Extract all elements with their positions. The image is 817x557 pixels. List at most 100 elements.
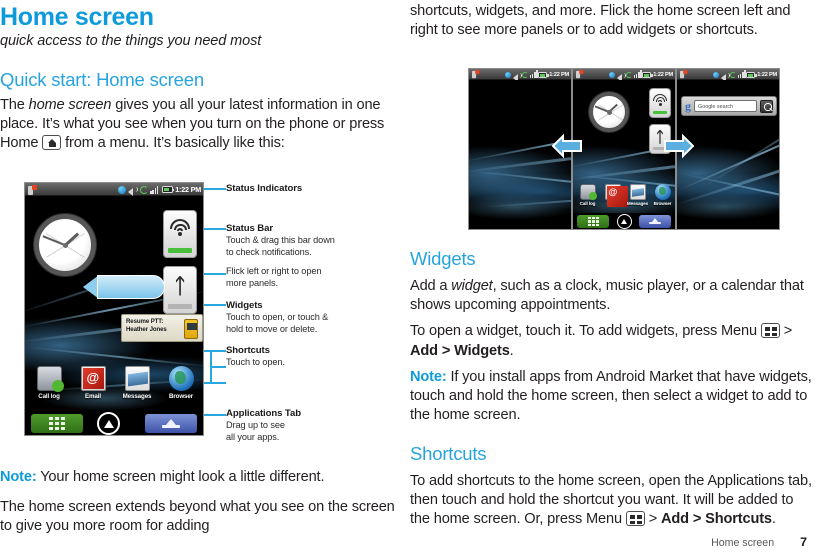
note-text: If you install apps from Android Market … [410, 368, 812, 424]
callout-text: Touch to open, or touch & hold to move o… [226, 312, 328, 335]
shortcut-label: Browser [168, 393, 194, 400]
signal-strength-icon [529, 70, 538, 78]
shortcut-row: Call log Email Messages Browser [575, 184, 675, 212]
callout-heading: Applications Tab [226, 408, 301, 419]
clock-widget[interactable] [589, 92, 629, 132]
callout-line: Touch & drag this bar down [226, 235, 335, 245]
note-home-screen-different: Note: Your home screen might look a litt… [0, 468, 400, 487]
callout-text: Touch to open. [226, 357, 285, 369]
shortcut-messages[interactable]: Messages [115, 366, 159, 400]
figure-callouts: Status Indicators Status Bar Touch & dra… [226, 182, 401, 442]
callout-line: Touch to open, or touch & [226, 312, 329, 322]
status-clock: 1:22 PM [175, 185, 201, 194]
callout-line: more panels. [226, 277, 278, 288]
shortcut-browser[interactable]: Browser [650, 184, 675, 206]
widgets-text-gt: > [779, 323, 793, 340]
callout-line: hold to move or delete. [226, 323, 318, 334]
shortcuts-text-period: . [771, 511, 776, 528]
dock-upload-button[interactable] [639, 215, 671, 228]
note-text: Your home screen might look a little dif… [36, 469, 325, 485]
drag-up-indicator-icon [97, 412, 120, 435]
status-clock: 1:22 PM [549, 71, 569, 78]
home-screen-extends-paragraph: The home screen extends beyond what you … [0, 499, 395, 535]
home-key-icon [42, 135, 62, 151]
bluetooth-icon: ᛏ [173, 275, 187, 298]
search-icon[interactable] [760, 99, 773, 113]
wifi-toggle-widget[interactable] [163, 210, 197, 258]
google-logo-icon: g [685, 99, 691, 113]
leader-line-status-indicators [204, 188, 226, 190]
wifi-toggle-widget[interactable] [649, 88, 671, 118]
apps-grid-icon [587, 217, 599, 226]
callout-applications-tab: Applications Tab Drag up to see all your… [226, 408, 301, 443]
drag-up-indicator-icon [617, 214, 632, 229]
wallpaper: ᛏ Resume PTT: Heather Jones Call log @ E… [25, 196, 203, 435]
call-icon [729, 71, 736, 78]
status-clock: 1:22 PM [757, 71, 777, 78]
search-input[interactable]: Google search [694, 100, 757, 112]
google-search-widget[interactable]: g Google search [681, 96, 777, 116]
shortcut-label: Messages [626, 201, 649, 206]
dock [25, 410, 203, 435]
signal-strength-icon [633, 70, 642, 78]
call-icon [521, 71, 528, 78]
shortcut-email[interactable]: Email [71, 366, 115, 400]
dock-upload-button[interactable] [145, 414, 197, 433]
intro-text-c: from a menu. It’s basically like this: [61, 135, 285, 152]
callout-widgets: Widgets Touch to open, or touch & hold t… [226, 300, 328, 335]
home-screen-annotated-figure: 1:22 PM ᛏ Resume PTT: Heather Jones Call… [24, 182, 399, 442]
shortcut-browser[interactable]: Browser [159, 366, 203, 400]
shortcut-call-log[interactable]: Call log [575, 184, 600, 206]
speaker-icon [128, 186, 138, 196]
callout-heading: Widgets [226, 300, 263, 311]
shortcut-email[interactable]: Email [600, 184, 628, 207]
battery-icon [538, 71, 549, 78]
ptt-widget[interactable]: Resume PTT: Heather Jones [121, 314, 203, 342]
shortcut-label: Email [84, 393, 101, 400]
shortcut-label: Call log [38, 393, 60, 400]
clock-widget[interactable] [34, 214, 96, 276]
battery-icon [161, 186, 175, 193]
applications-tab-button[interactable] [31, 414, 83, 433]
callout-shortcuts: Shortcuts Touch to open. [226, 345, 285, 369]
notification-icon [28, 184, 37, 195]
shortcuts-text-gt: > [644, 511, 662, 528]
callout-line: Flick left or right to open [226, 266, 322, 277]
callout-text: Drag up to see all your apps. [226, 420, 301, 443]
phone-mockup: 1:22 PM ᛏ Resume PTT: Heather Jones Call… [24, 182, 204, 436]
wifi-icon [653, 94, 668, 106]
shortcut-label: Messages [122, 393, 152, 400]
shortcut-label: Browser [653, 201, 672, 206]
call-log-icon [36, 366, 64, 392]
manual-page: Home screen quick access to the things y… [0, 0, 817, 557]
left-column: Home screen quick access to the things y… [0, 0, 400, 557]
flick-direction-arrow [83, 275, 165, 299]
callout-heading: Shortcuts [226, 345, 270, 356]
callout-text: Touch & drag this bar down to check noti… [226, 235, 335, 258]
shortcut-messages[interactable]: Messages [625, 184, 650, 206]
applications-tab-button[interactable] [577, 215, 609, 228]
menu-key-icon [760, 323, 780, 339]
leader-line-shortcuts-mid [210, 366, 226, 368]
section-heading-widgets: Widgets [410, 248, 476, 269]
flick-left-arrow-icon [552, 133, 582, 159]
page-footer: Home screen 7 [711, 535, 807, 549]
footer-page-number: 7 [800, 535, 807, 549]
status-indicators-group: 1:22 PM [117, 183, 201, 196]
bluetooth-toggle-widget[interactable]: ᛏ [163, 266, 197, 314]
callout-line: to check notifications. [226, 246, 312, 257]
widgets-section: Widgets Add a widget, such as a clock, m… [410, 248, 817, 425]
status-indicators-group: 1:22 PM [609, 69, 673, 82]
wifi-icon [169, 219, 191, 237]
home-screen-panels-figure: 1:22 PM 1:22 PM ᛏ Call log @ Messages Br… [468, 68, 780, 230]
ptt-radio-icon [184, 319, 198, 339]
widgets-paragraph-2: To open a widget, touch it. To add widge… [410, 322, 817, 360]
status-indicators-group: 1:22 PM [505, 69, 569, 82]
shortcut-call-log[interactable]: Call log [27, 366, 71, 400]
browser-icon [654, 184, 671, 200]
signal-strength-icon [150, 186, 159, 194]
status-bar: 1:22 PM [573, 69, 675, 82]
speaker-icon [721, 72, 731, 82]
note-label: Note: [0, 469, 37, 485]
email-icon [80, 366, 106, 391]
